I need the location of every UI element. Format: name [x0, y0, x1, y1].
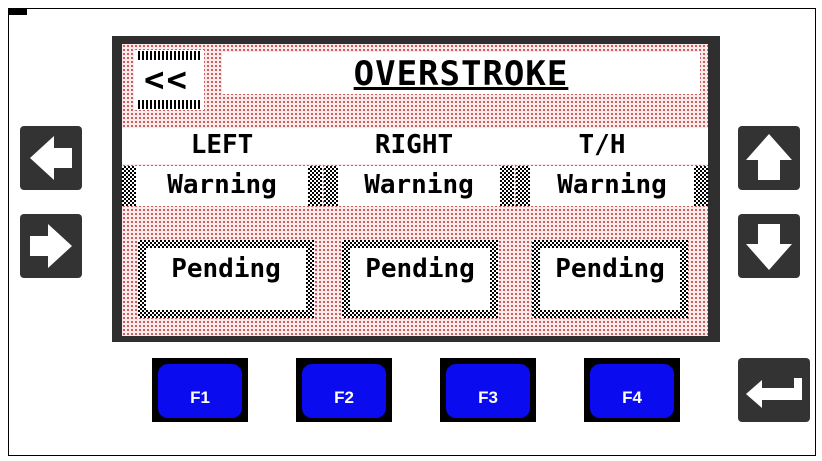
f3-button[interactable]: F3: [440, 358, 536, 422]
f2-button-face: F2: [302, 364, 386, 418]
warning-text-th: Warning: [557, 170, 667, 200]
warning-pattern: [308, 166, 322, 206]
warning-indicator-right: Warning: [324, 166, 514, 206]
enter-icon: [746, 378, 802, 408]
back-button[interactable]: <<: [134, 50, 204, 110]
pending-text-th: Pending: [555, 254, 665, 284]
page-title: OVERSTROKE: [353, 54, 569, 94]
title-box: OVERSTROKE: [222, 52, 700, 94]
left-arrow-button[interactable]: [20, 126, 82, 190]
warning-indicator-left: Warning: [122, 166, 322, 206]
down-arrow-button[interactable]: [738, 214, 800, 278]
warning-pattern: [694, 166, 708, 206]
up-arrow-button[interactable]: [738, 126, 800, 190]
right-arrow-button[interactable]: [20, 214, 82, 278]
warning-text-right: Warning: [364, 170, 474, 200]
column-label-right: RIGHT: [374, 130, 454, 160]
panel-corner: [9, 9, 27, 15]
title-bar: << OVERSTROKE: [134, 50, 700, 110]
column-label-left: LEFT: [190, 130, 254, 160]
pending-box-inner: Pending: [540, 248, 680, 310]
enter-button[interactable]: [738, 358, 810, 422]
f3-label: F3: [478, 388, 498, 407]
pending-box-inner: Pending: [146, 248, 306, 310]
arrow-up-icon: [746, 134, 792, 180]
pending-box-right[interactable]: Pending: [342, 240, 498, 318]
arrow-left-icon: [30, 136, 72, 180]
f4-button-face: F4: [590, 364, 674, 418]
pending-text-right: Pending: [365, 254, 475, 284]
warning-pattern: [500, 166, 514, 206]
back-button-label: <<: [144, 60, 189, 100]
f1-button[interactable]: F1: [152, 358, 248, 422]
f4-label: F4: [622, 388, 642, 407]
lcd-screen: << OVERSTROKE LEFT RIGHT T/H Warning War…: [122, 44, 708, 336]
f1-label: F1: [190, 388, 210, 407]
back-button-bottom-bars: [138, 100, 200, 109]
arrow-right-icon: [30, 224, 72, 268]
back-button-top-bars: [138, 51, 200, 60]
column-labels: LEFT RIGHT T/H: [122, 128, 708, 164]
f4-button[interactable]: F4: [584, 358, 680, 422]
pending-text-left: Pending: [171, 254, 281, 284]
column-label-th: T/H: [578, 130, 626, 160]
warning-indicator-th: Warning: [516, 166, 708, 206]
pending-box-th[interactable]: Pending: [532, 240, 688, 318]
pending-box-inner: Pending: [350, 248, 490, 310]
lcd-display: << OVERSTROKE LEFT RIGHT T/H Warning War…: [112, 36, 720, 342]
f2-button[interactable]: F2: [296, 358, 392, 422]
f2-label: F2: [334, 388, 354, 407]
pending-box-left[interactable]: Pending: [138, 240, 314, 318]
arrow-down-icon: [746, 224, 792, 270]
warning-text-left: Warning: [167, 170, 277, 200]
f3-button-face: F3: [446, 364, 530, 418]
f1-button-face: F1: [158, 364, 242, 418]
